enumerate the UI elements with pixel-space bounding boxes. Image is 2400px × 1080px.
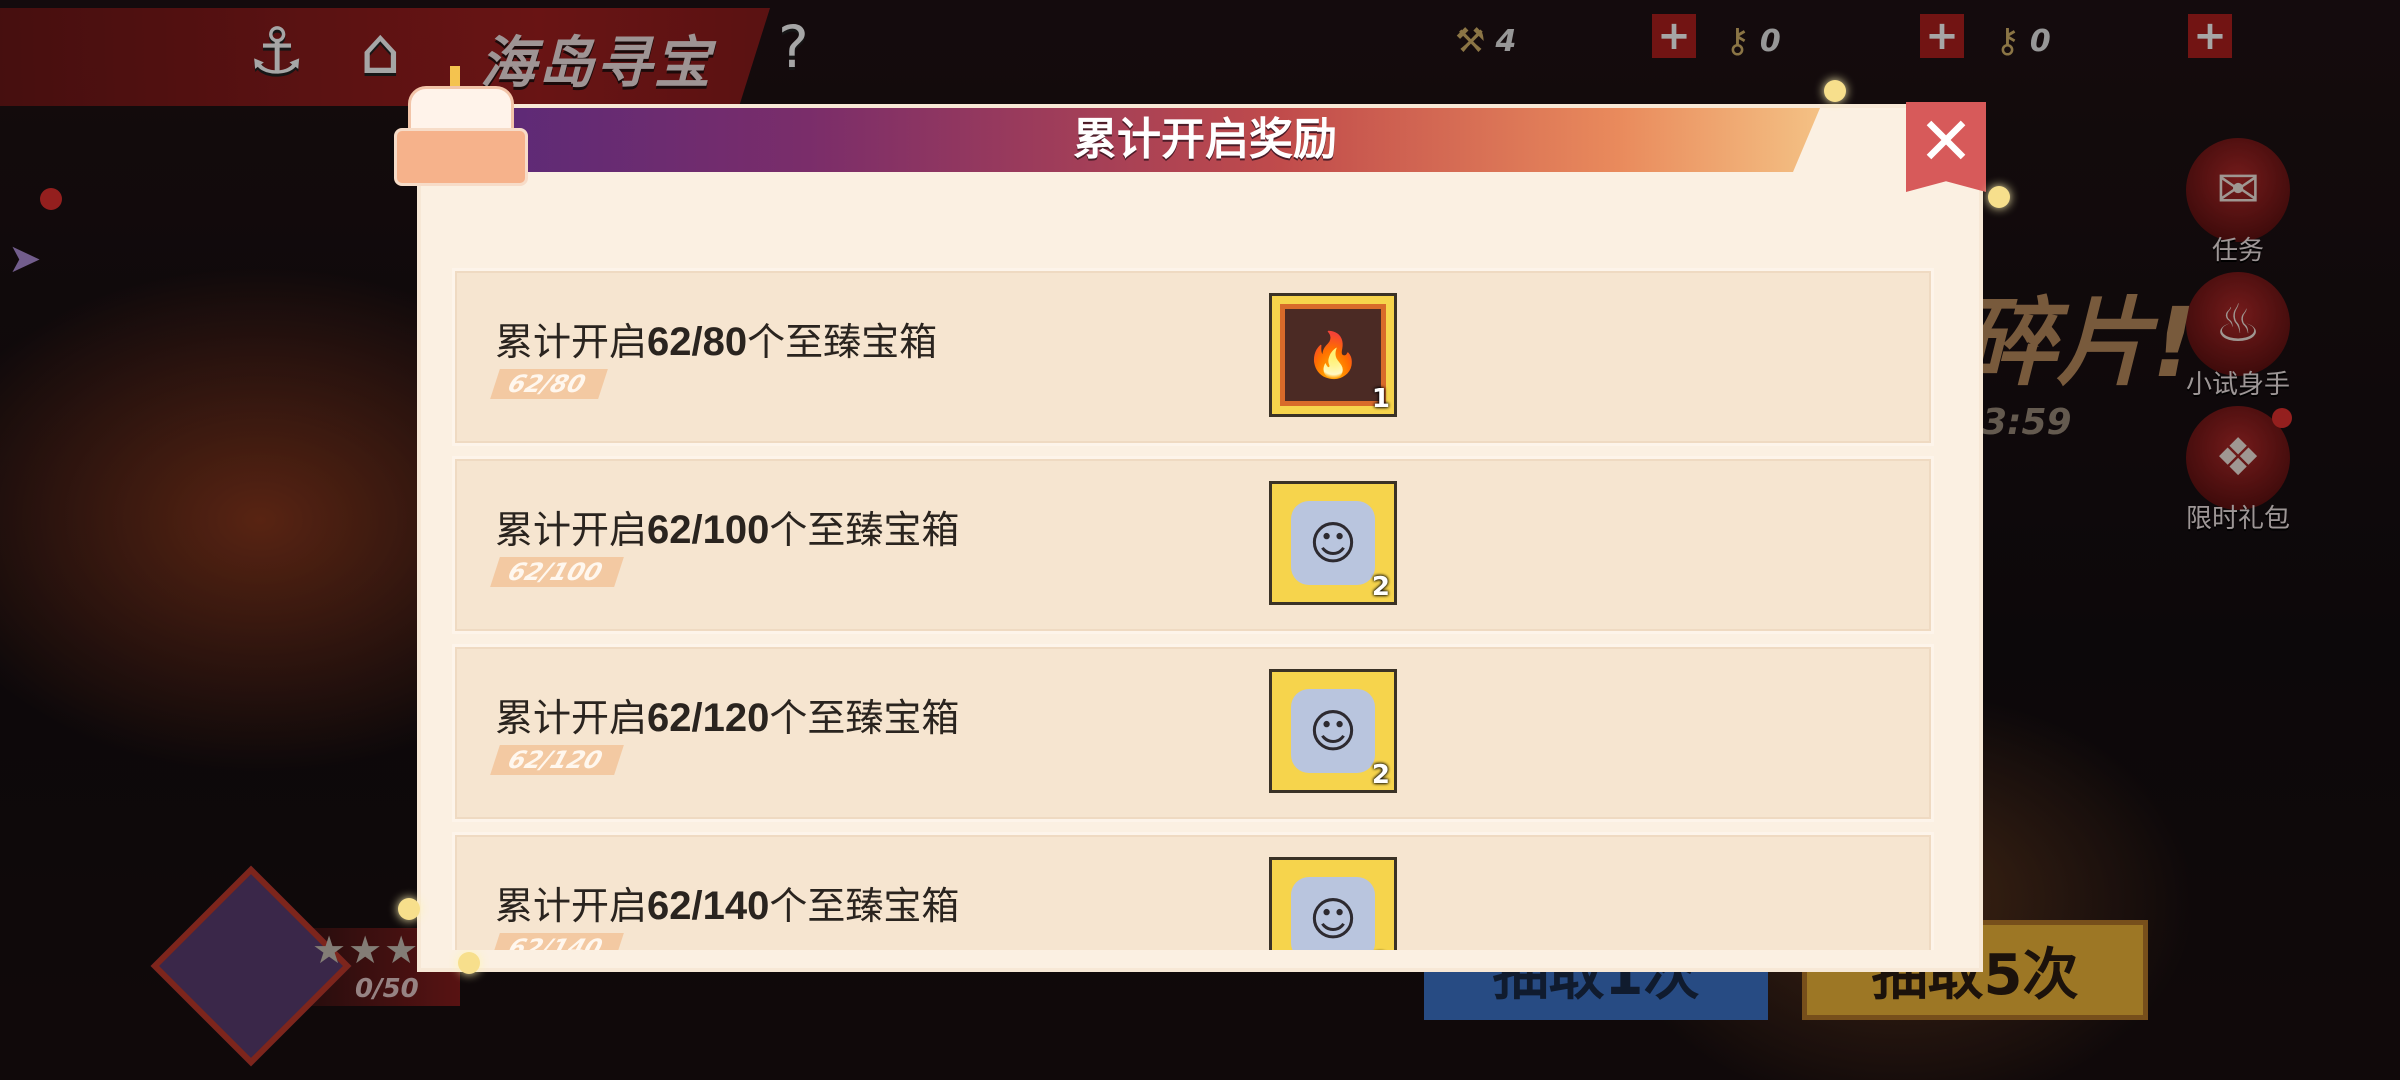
reward-item[interactable]: ☺ 2: [1269, 669, 1397, 793]
puzzle-fragment-icon: ☺: [1291, 501, 1375, 585]
reward-count: 2: [1371, 760, 1390, 790]
modal-title: 累计开启奖励: [1073, 114, 1337, 165]
sparkle-icon: [1824, 80, 1846, 102]
row-description: 累计开启62/100个至臻宝箱: [495, 508, 960, 552]
reward-list[interactable]: 累计开启62/80个至臻宝箱 62/80 🔥 1 累计开启62/100个至臻宝箱…: [452, 264, 1934, 950]
list-item: 累计开启62/80个至臻宝箱 62/80 🔥 1: [452, 268, 1934, 446]
avatar-frame-icon: 🔥: [1280, 304, 1386, 406]
list-item: 累计开启62/120个至臻宝箱 62/120 ☺ 2: [452, 644, 1934, 822]
row-description: 累计开启62/140个至臻宝箱: [495, 884, 960, 928]
reward-count: 2: [1372, 948, 1390, 950]
close-button[interactable]: ✕: [1906, 102, 1986, 192]
cake-icon: [388, 66, 528, 186]
reward-count: 1: [1371, 384, 1390, 414]
reward-item[interactable]: 🔥 1: [1269, 293, 1397, 417]
sparkle-icon: [1988, 186, 2010, 208]
reward-count: 2: [1371, 572, 1390, 602]
row-description: 累计开启62/80个至臻宝箱: [495, 320, 938, 364]
list-item: 累计开启62/140个至臻宝箱 62/140 ☺ 2: [452, 832, 1934, 950]
progress-tag: 62/100: [490, 557, 625, 587]
progress-tag: 62/80: [490, 369, 608, 399]
progress-tag: 62/120: [490, 745, 625, 775]
sparkle-icon: [458, 952, 480, 974]
list-item: 累计开启62/100个至臻宝箱 62/100 ☺ 2: [452, 456, 1934, 634]
close-icon: ✕: [1918, 103, 1974, 180]
row-description: 累计开启62/120个至臻宝箱: [495, 696, 960, 740]
progress-tag: 62/140: [490, 933, 625, 950]
puzzle-fragment-icon: ☺: [1291, 689, 1375, 773]
reward-item[interactable]: ☺ 2: [1269, 481, 1397, 605]
reward-item[interactable]: ☺ 2: [1269, 857, 1397, 950]
sparkle-icon: [398, 898, 420, 920]
puzzle-fragment-icon: ☺: [1291, 877, 1375, 950]
